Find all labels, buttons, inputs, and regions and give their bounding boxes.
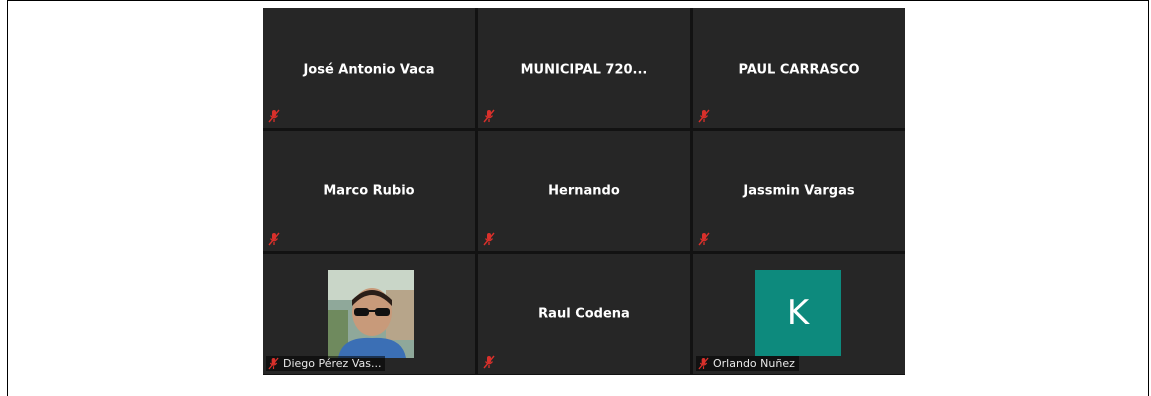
participant-tile[interactable]: Marco Rubio — [263, 131, 475, 251]
participant-tile[interactable]: MUNICIPAL 720... — [478, 8, 690, 128]
participant-tile[interactable]: Raul Codena — [478, 254, 690, 374]
muted-microphone-icon — [698, 232, 710, 246]
participant-tile[interactable]: Jassmin Vargas — [693, 131, 905, 251]
muted-microphone-icon — [698, 109, 710, 123]
participant-name: Raul Codena — [538, 306, 630, 322]
video-gallery-grid: José Antonio Vaca MUNICIPAL 720... PAUL … — [263, 8, 905, 375]
participant-name: Orlando Nuñez — [713, 357, 795, 370]
participant-caption: Diego Pérez Vas... — [266, 356, 386, 371]
avatar: K — [755, 270, 841, 356]
muted-microphone-icon — [268, 357, 279, 370]
participant-name: José Antonio Vaca — [303, 62, 435, 78]
muted-microphone-icon — [483, 355, 495, 369]
muted-microphone-icon — [268, 232, 280, 246]
muted-microphone-icon — [483, 232, 495, 246]
participant-tile[interactable]: PAUL CARRASCO — [693, 8, 905, 128]
participant-name: PAUL CARRASCO — [738, 62, 860, 78]
participant-tile[interactable]: José Antonio Vaca — [263, 8, 475, 128]
participant-name: Hernando — [548, 183, 620, 199]
participant-name: Marco Rubio — [323, 183, 415, 199]
avatar-letter: K — [786, 293, 810, 333]
participant-photo — [328, 270, 414, 358]
muted-microphone-icon — [268, 109, 280, 123]
participant-name: Diego Pérez Vas... — [283, 357, 382, 370]
participant-tile[interactable]: K Orlando Nuñez — [693, 254, 905, 374]
participant-caption: Orlando Nuñez — [696, 356, 799, 371]
muted-microphone-icon — [698, 357, 709, 370]
participant-name: Jassmin Vargas — [743, 183, 855, 199]
participant-video — [328, 270, 414, 358]
participant-tile[interactable]: Diego Pérez Vas... — [263, 254, 475, 374]
participant-name: MUNICIPAL 720... — [520, 62, 648, 78]
muted-microphone-icon — [483, 109, 495, 123]
participant-tile[interactable]: Hernando — [478, 131, 690, 251]
